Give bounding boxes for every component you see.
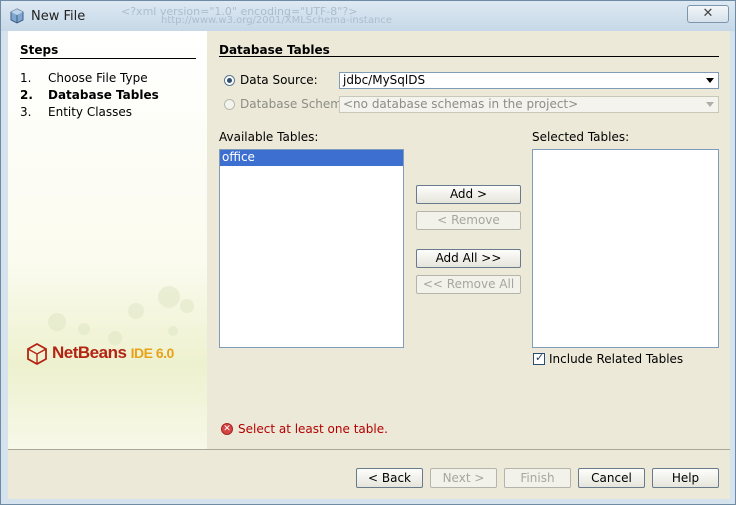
step-label: Database Tables (48, 88, 159, 102)
chevron-down-icon (706, 102, 714, 107)
decor-bubble (168, 326, 178, 336)
logo-brand: NetBeans (52, 343, 127, 362)
list-item[interactable]: office (220, 150, 403, 166)
database-schema-radio[interactable] (224, 99, 235, 110)
database-tables-panel: Database Tables Data Source: jdbc/MySqlD… (207, 31, 730, 449)
selected-tables-list[interactable] (532, 149, 719, 348)
close-icon: ✕ (702, 6, 714, 21)
title-bar[interactable]: New File <?xml version="1.0" encoding="U… (1, 1, 735, 31)
add-all-button[interactable]: Add All >> (416, 249, 521, 268)
step-entity-classes: 3. Entity Classes (20, 105, 132, 119)
step-choose-file-type: 1. Choose File Type (20, 71, 148, 85)
close-button[interactable]: ✕ (687, 5, 729, 23)
available-tables-label: Available Tables: (219, 130, 319, 144)
finish-button[interactable]: Finish (504, 468, 571, 488)
remove-all-button[interactable]: << Remove All (416, 275, 521, 294)
data-source-combo[interactable]: jdbc/MySqlDS (339, 72, 719, 89)
background-editor-text-2: http://www.w3.org/2001/XMLSchema-instanc… (161, 15, 392, 26)
decor-bubble (158, 286, 180, 308)
netbeans-logo: NetBeans IDE 6.0 (26, 341, 196, 375)
decor-bubble (180, 299, 194, 313)
chevron-down-icon (706, 78, 714, 83)
selected-tables-label: Selected Tables: (532, 130, 630, 144)
decor-bubble (128, 303, 144, 319)
remove-button[interactable]: < Remove (416, 211, 521, 230)
new-file-dialog: New File <?xml version="1.0" encoding="U… (0, 0, 736, 505)
logo-product: IDE 6.0 (130, 345, 175, 361)
logo-text: NetBeans IDE 6.0 (52, 343, 174, 363)
available-tables-list[interactable]: office (219, 149, 404, 348)
window-title: New File (31, 9, 86, 24)
error-icon: ✕ (221, 423, 233, 435)
database-schema-value: <no database schemas in the project> (343, 97, 579, 111)
data-source-label: Data Source: (240, 73, 318, 87)
back-button[interactable]: < Back (356, 468, 423, 488)
step-label: Entity Classes (48, 105, 133, 119)
steps-title: Steps (20, 43, 59, 57)
next-button[interactable]: Next > (430, 468, 497, 488)
step-number: 3. (20, 105, 32, 119)
steps-panel: Steps 1. Choose File Type 2. Database Tabl… (8, 31, 207, 449)
panel-title: Database Tables (219, 43, 330, 57)
netbeans-logo-icon (27, 343, 47, 365)
step-label: Choose File Type (48, 71, 148, 85)
cancel-button[interactable]: Cancel (578, 468, 645, 488)
data-source-value: jdbc/MySqlDS (343, 73, 426, 87)
include-related-checkbox[interactable] (533, 351, 545, 365)
decor-bubble (78, 323, 90, 335)
netbeans-cube-icon (10, 8, 24, 24)
error-message: Select at least one table. (238, 422, 388, 436)
database-schema-label: Database Schema (240, 97, 350, 111)
dialog-content: Steps 1. Choose File Type 2. Database Tabl… (8, 31, 730, 499)
step-number: 2. (20, 88, 33, 102)
button-bar: < Back Next > Finish Cancel Help (8, 450, 730, 499)
steps-divider (20, 58, 196, 59)
include-related-label: Include Related Tables (549, 352, 684, 366)
add-button[interactable]: Add > (416, 185, 521, 204)
decor-bubble (48, 313, 66, 331)
step-number: 1. (20, 71, 32, 85)
database-schema-combo[interactable]: <no database schemas in the project> (339, 96, 719, 113)
panel-divider (219, 56, 719, 57)
step-database-tables: 2. Database Tables (20, 88, 159, 102)
data-source-radio[interactable] (224, 75, 235, 86)
help-button[interactable]: Help (652, 468, 719, 488)
